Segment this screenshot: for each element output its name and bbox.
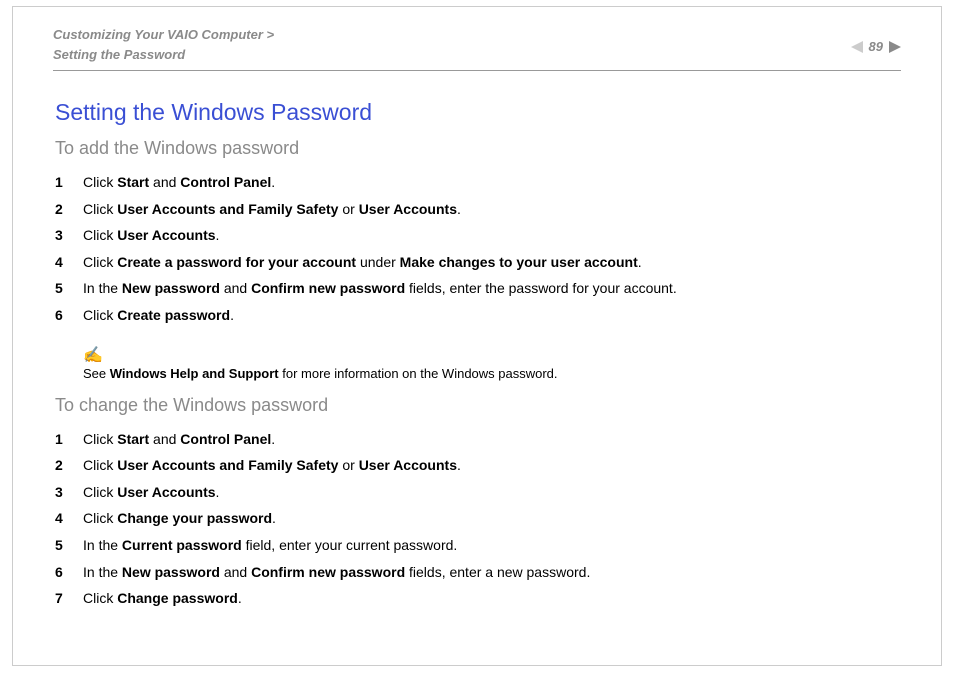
step-number: 2	[55, 452, 83, 479]
step-number: 3	[55, 479, 83, 506]
step-number: 2	[55, 196, 83, 223]
list-item: 3Click User Accounts.	[55, 479, 901, 506]
step-text: Click User Accounts and Family Safety or…	[83, 196, 461, 223]
step-number: 5	[55, 275, 83, 302]
step-text: Click User Accounts.	[83, 479, 219, 506]
breadcrumb-line2: Setting the Password	[53, 47, 185, 62]
page-nav: 89	[851, 25, 901, 54]
step-number: 1	[55, 169, 83, 196]
section2-heading: To change the Windows password	[55, 395, 901, 416]
list-item: 2Click User Accounts and Family Safety o…	[55, 196, 901, 223]
section1-heading: To add the Windows password	[55, 138, 901, 159]
step-text: In the Current password field, enter you…	[83, 532, 457, 559]
list-item: 1Click Start and Control Panel.	[55, 426, 901, 453]
list-item: 3Click User Accounts.	[55, 222, 901, 249]
list-item: 6Click Create password.	[55, 302, 901, 329]
step-number: 4	[55, 249, 83, 276]
note-pencil-icon: ✍	[83, 345, 901, 365]
step-number: 6	[55, 302, 83, 329]
step-text: Click Change password.	[83, 585, 242, 612]
step-text: In the New password and Confirm new pass…	[83, 559, 590, 586]
list-item: 5In the Current password field, enter yo…	[55, 532, 901, 559]
document-page: Customizing Your VAIO Computer > Setting…	[12, 6, 942, 666]
list-item: 5In the New password and Confirm new pas…	[55, 275, 901, 302]
page-number: 89	[869, 39, 883, 54]
step-text: Click Start and Control Panel.	[83, 426, 275, 453]
step-text: Click User Accounts.	[83, 222, 219, 249]
list-item: 4Click Create a password for your accoun…	[55, 249, 901, 276]
section2-steps: 1Click Start and Control Panel.2Click Us…	[55, 426, 901, 612]
step-number: 6	[55, 559, 83, 586]
list-item: 7Click Change password.	[55, 585, 901, 612]
breadcrumb-line1: Customizing Your VAIO Computer >	[53, 27, 274, 42]
step-text: Click Start and Control Panel.	[83, 169, 275, 196]
list-item: 6In the New password and Confirm new pas…	[55, 559, 901, 586]
step-number: 5	[55, 532, 83, 559]
page-title: Setting the Windows Password	[55, 99, 901, 126]
section1-steps: 1Click Start and Control Panel.2Click Us…	[55, 169, 901, 329]
step-text: Click Change your password.	[83, 505, 276, 532]
breadcrumb: Customizing Your VAIO Computer > Setting…	[53, 25, 274, 64]
step-text: In the New password and Confirm new pass…	[83, 275, 677, 302]
page-content: Setting the Windows Password To add the …	[53, 99, 901, 612]
list-item: 2Click User Accounts and Family Safety o…	[55, 452, 901, 479]
step-number: 3	[55, 222, 83, 249]
prev-page-arrow-icon[interactable]	[851, 41, 863, 53]
note-text: See Windows Help and Support for more in…	[83, 366, 558, 381]
page-header: Customizing Your VAIO Computer > Setting…	[53, 25, 901, 71]
step-number: 7	[55, 585, 83, 612]
next-page-arrow-icon[interactable]	[889, 41, 901, 53]
list-item: 4Click Change your password.	[55, 505, 901, 532]
step-text: Click Create password.	[83, 302, 234, 329]
note-block: ✍ See Windows Help and Support for more …	[55, 345, 901, 381]
step-number: 4	[55, 505, 83, 532]
step-number: 1	[55, 426, 83, 453]
step-text: Click User Accounts and Family Safety or…	[83, 452, 461, 479]
step-text: Click Create a password for your account…	[83, 249, 642, 276]
list-item: 1Click Start and Control Panel.	[55, 169, 901, 196]
